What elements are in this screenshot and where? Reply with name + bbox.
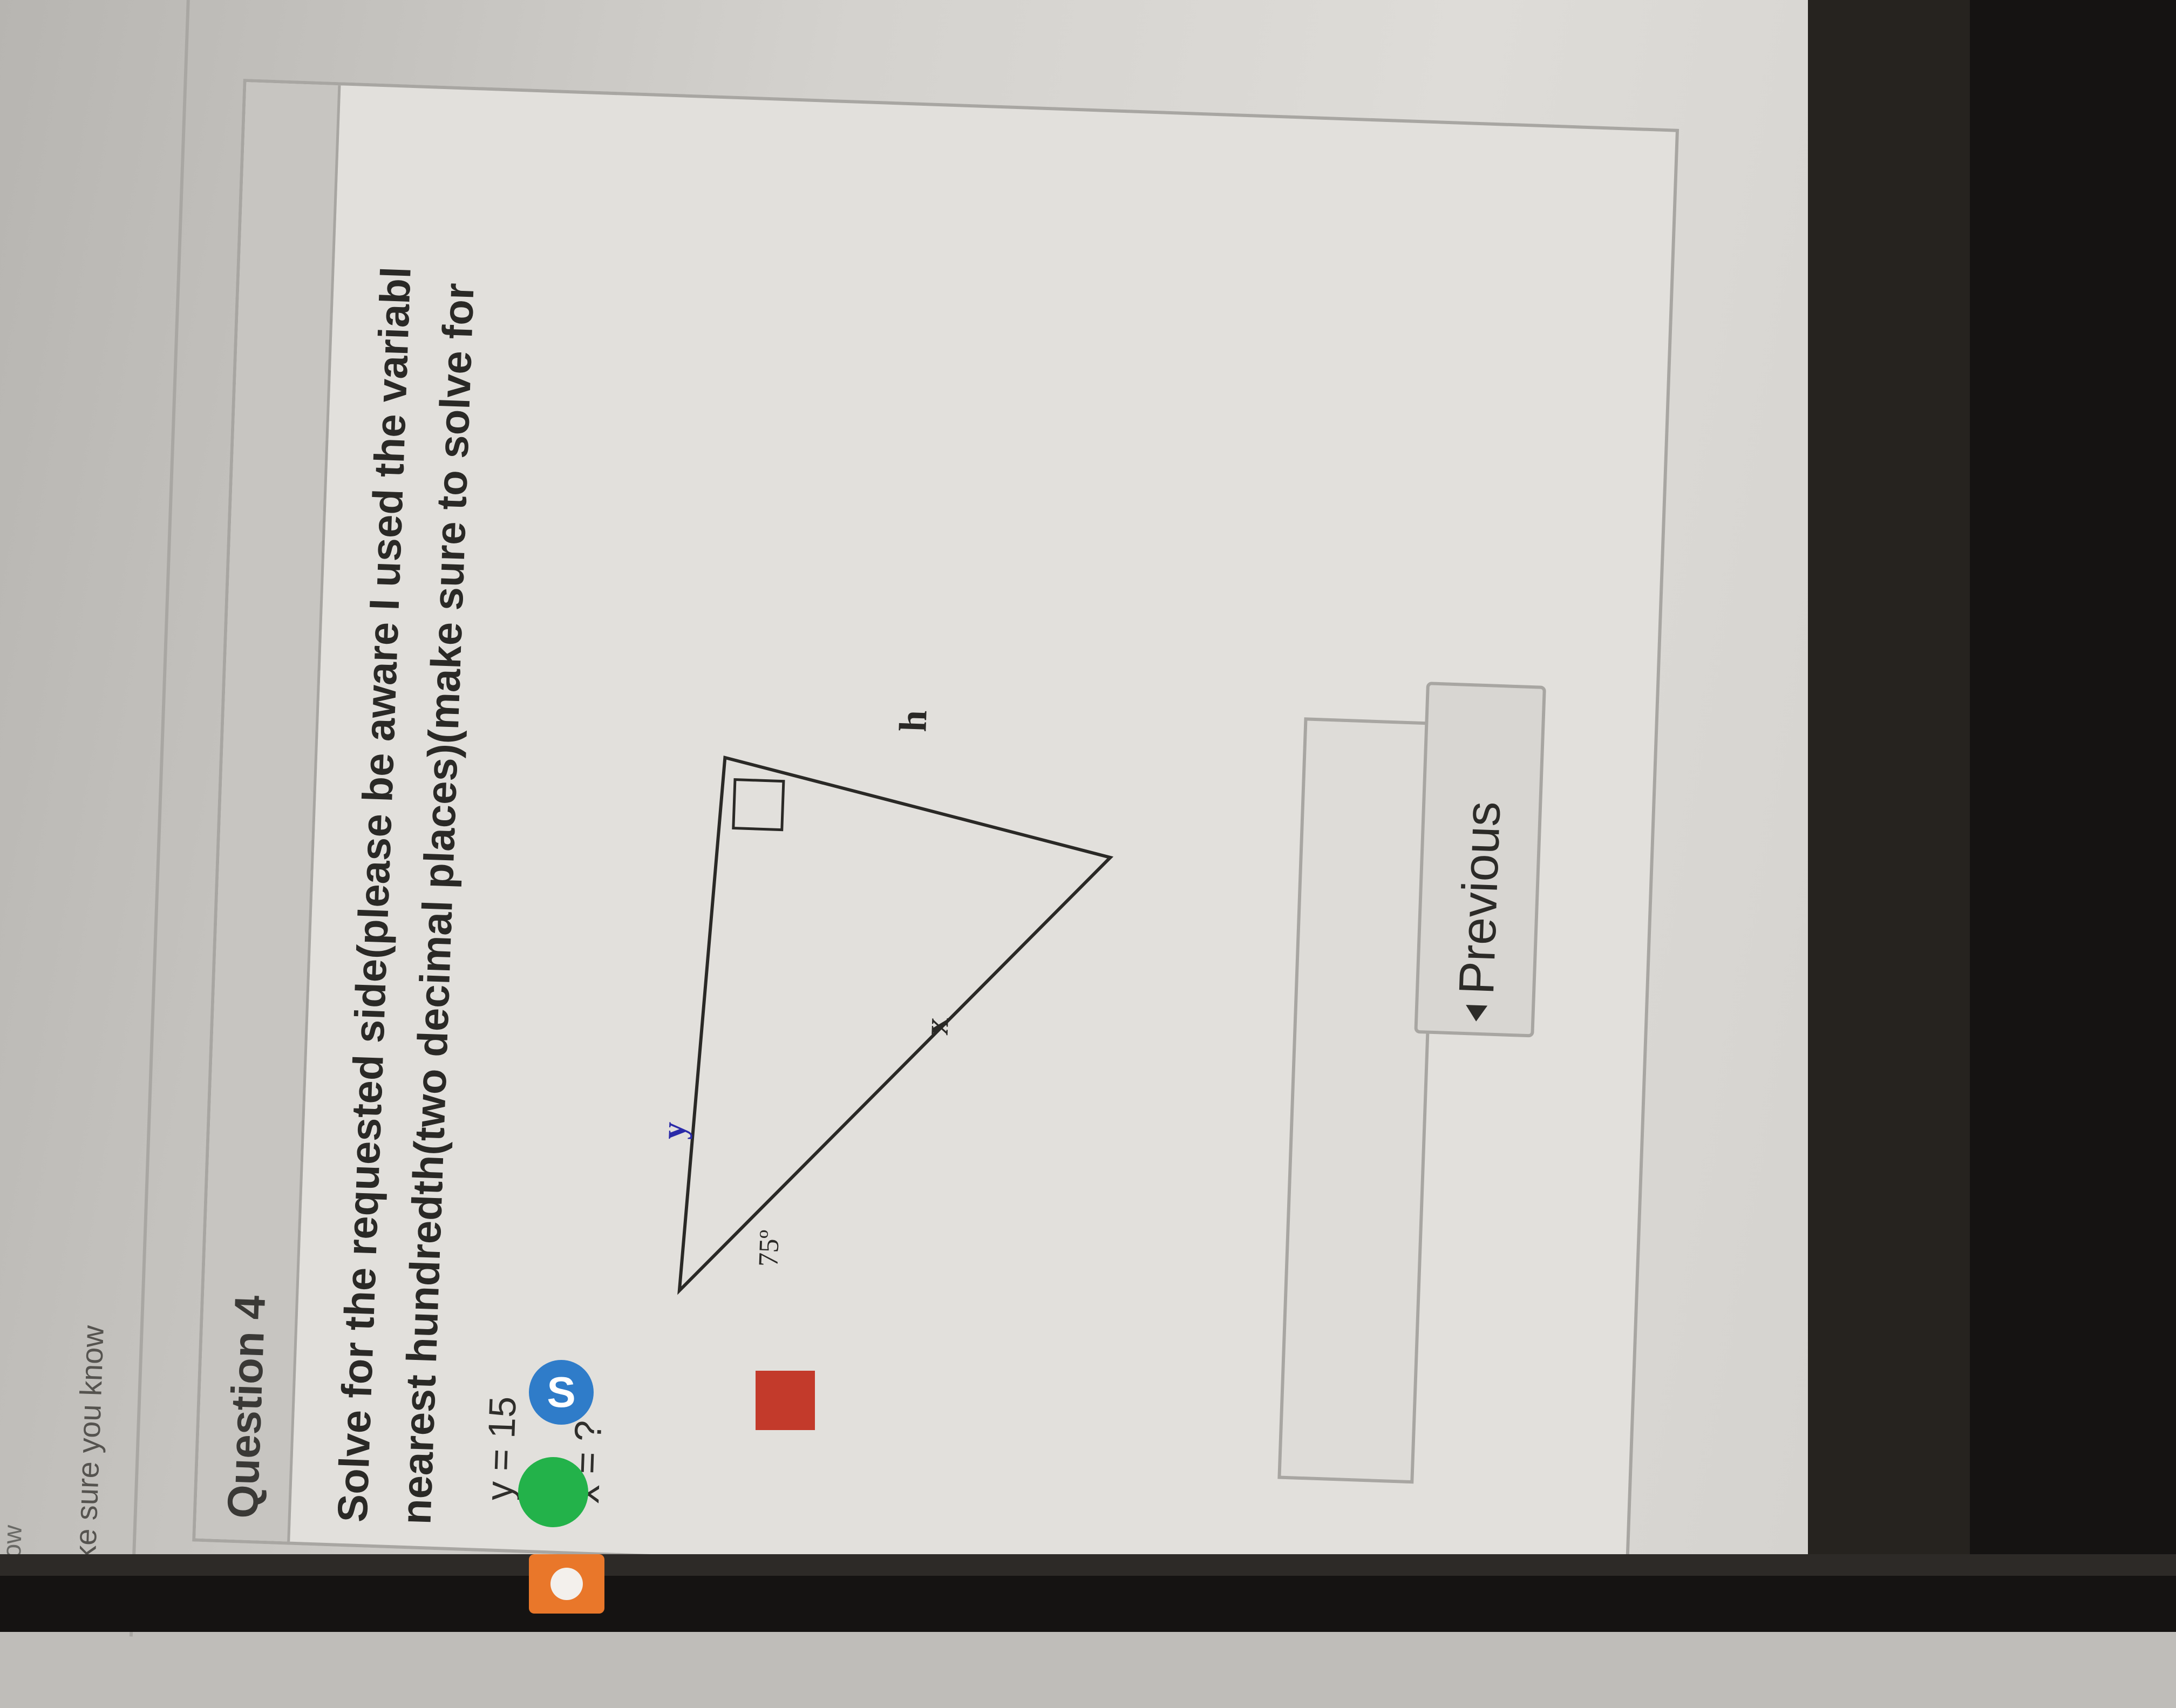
left-arrow-icon — [1465, 1005, 1488, 1022]
orange-app-icon[interactable] — [529, 1554, 604, 1614]
triangle-diagram: 75º y x h — [654, 710, 1114, 1295]
bottom-bezel — [0, 1576, 2176, 1632]
right-angle-marker — [732, 778, 785, 832]
divider — [129, 0, 193, 1637]
question-prompt: Solve for the requested side(please be a… — [321, 0, 527, 1526]
previous-button[interactable]: Previous — [1414, 682, 1546, 1038]
right-triangle — [677, 756, 1114, 1295]
previous-label: Previous — [1449, 800, 1511, 996]
skype-icon[interactable]: S — [529, 1360, 594, 1425]
angle-label: 75º — [753, 1229, 785, 1267]
given-y: y = 15 — [478, 1396, 524, 1501]
spotify-icon[interactable] — [518, 1457, 588, 1527]
question-header: Question 4 — [195, 82, 341, 1542]
quiz-page: Follow Make sure you know Question 4 Sol… — [0, 0, 2176, 1708]
side-label-y: y — [654, 1121, 693, 1140]
question-title: Question 4 — [218, 1294, 275, 1520]
side-label-x: x — [917, 1017, 956, 1036]
side-label-h: h — [891, 710, 935, 733]
flag-app-icon[interactable] — [756, 1371, 815, 1430]
answer-input[interactable] — [1277, 717, 1440, 1484]
